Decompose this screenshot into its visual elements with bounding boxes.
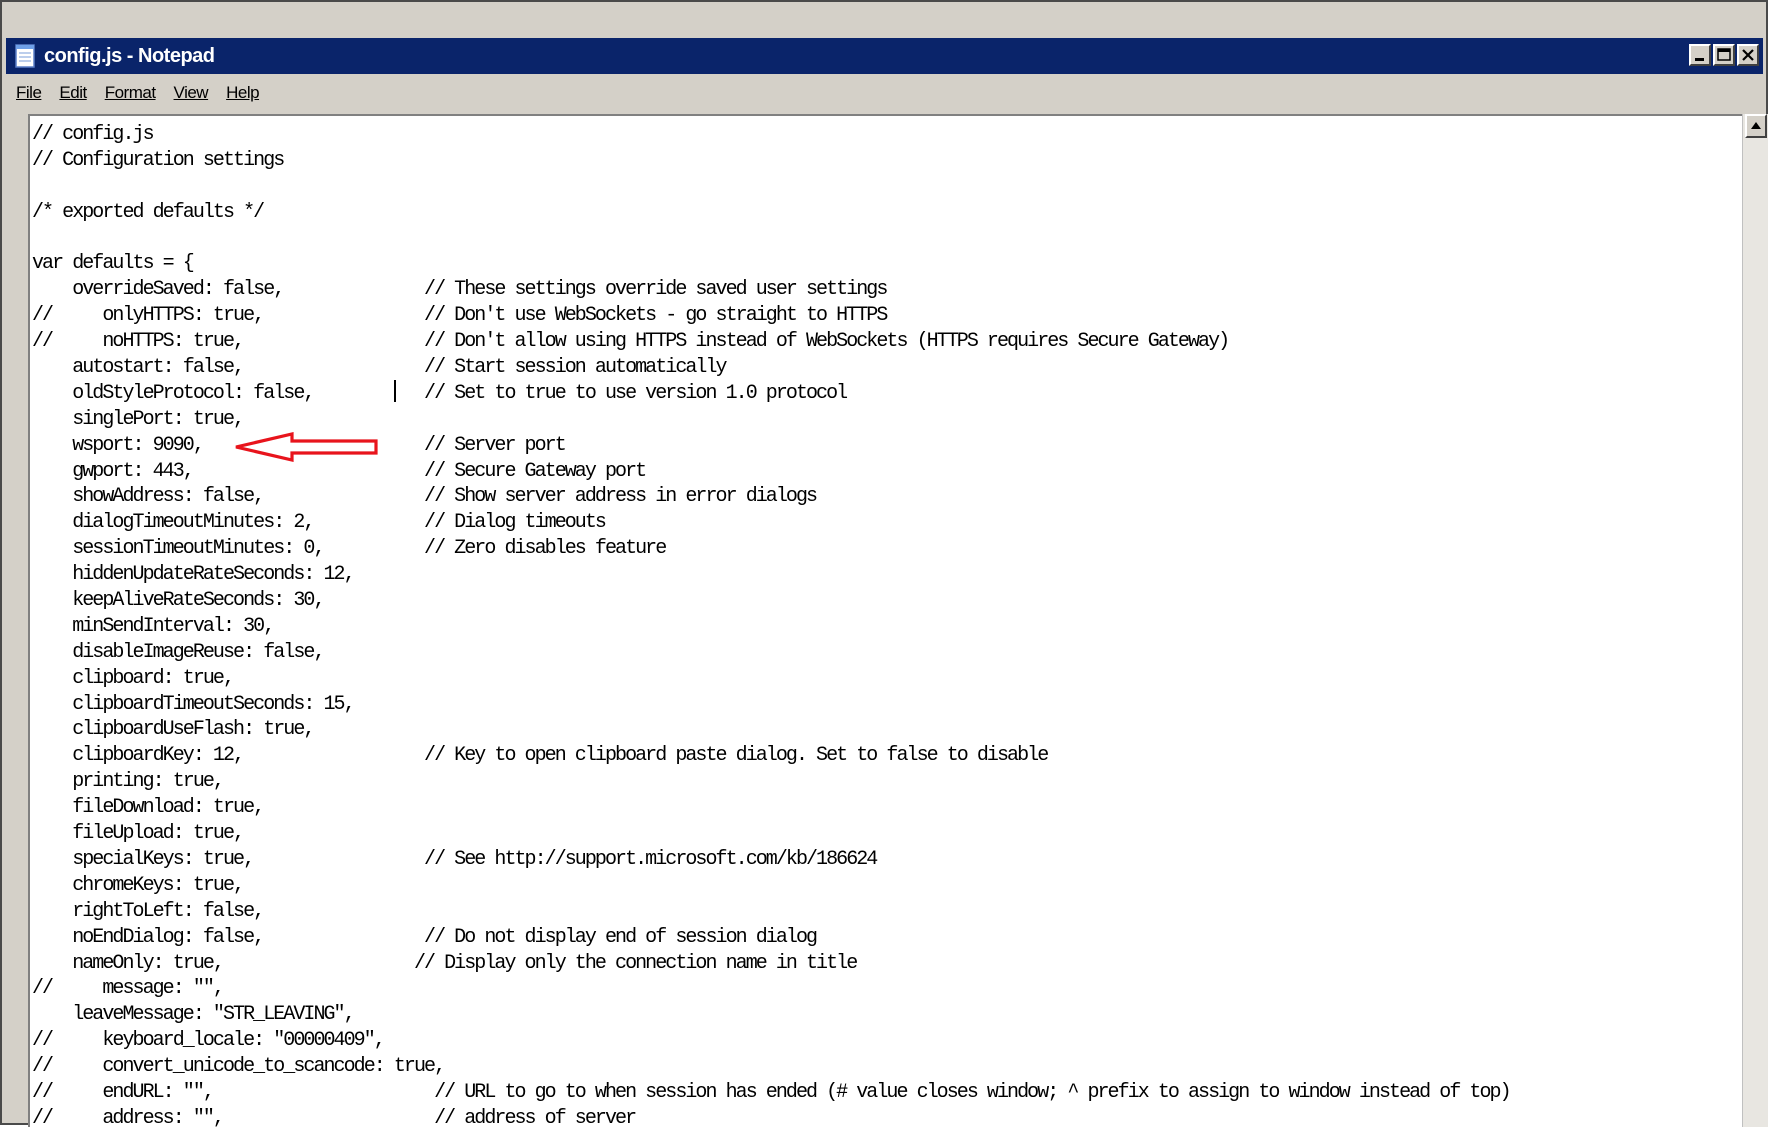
arrow-up-icon xyxy=(1751,122,1761,129)
code-line: // noHTTPS: true, // Don't allow using H… xyxy=(32,330,1230,354)
code-line: rightToLeft: false, xyxy=(32,899,265,923)
close-icon xyxy=(1742,49,1754,61)
code-line: printing: true, xyxy=(32,770,225,794)
code-line: // address: "", // address of server xyxy=(32,1106,637,1127)
code-line: // convert_unicode_to_scancode: true, xyxy=(32,1055,446,1079)
code-line: minSendInterval: 30, xyxy=(32,614,275,638)
code-line: clipboardUseFlash: true, xyxy=(32,718,315,742)
code-line: fileDownload: true, xyxy=(32,796,265,820)
code-line: noEndDialog: false, // Do not display en… xyxy=(32,925,818,949)
vertical-scrollbar[interactable] xyxy=(1742,114,1768,1127)
code-line: singlePort: true, xyxy=(32,407,245,431)
code-line: clipboardKey: 12, // Key to open clipboa… xyxy=(32,744,1049,768)
text-editor-area[interactable]: // config.js// Configuration settings /* … xyxy=(28,114,1742,1127)
code-line: showAddress: false, // Show server addre… xyxy=(32,485,818,509)
code-line: var defaults = { xyxy=(32,252,195,276)
code-line: gwport: 443, // Secure Gateway port xyxy=(32,459,647,483)
code-line: clipboard: true, xyxy=(32,666,235,690)
menu-file[interactable]: File xyxy=(16,83,42,103)
scroll-up-button[interactable] xyxy=(1745,114,1767,138)
title-bar[interactable]: config.js - Notepad xyxy=(6,38,1763,74)
maximize-icon xyxy=(1717,48,1731,61)
code-line: // config.js xyxy=(32,123,155,146)
code-line: keepAliveRateSeconds: 30, xyxy=(32,589,325,613)
minimize-icon xyxy=(1695,58,1704,61)
code-line: leaveMessage: "STR_LEAVING", xyxy=(32,1003,355,1027)
window-controls xyxy=(1689,44,1759,66)
code-line: // message: "", xyxy=(32,977,225,1001)
code-line: fileUpload: true, xyxy=(32,822,245,846)
code-line: // onlyHTTPS: true, // Don't use WebSock… xyxy=(32,304,888,328)
menu-help[interactable]: Help xyxy=(226,83,259,103)
code-line: // keyboard_locale: "00000409", xyxy=(32,1029,386,1053)
menu-bar: File Edit Format View Help xyxy=(6,76,1763,110)
code-line: hiddenUpdateRateSeconds: 12, xyxy=(32,563,355,587)
code-line: oldStyleProtocol: false, // Set to true … xyxy=(32,381,848,405)
window-title: config.js - Notepad xyxy=(44,45,215,67)
notepad-icon xyxy=(15,44,35,68)
maximize-button[interactable] xyxy=(1713,44,1735,66)
code-line: disableImageReuse: false, xyxy=(32,640,325,664)
code-line: chromeKeys: true, xyxy=(32,873,245,897)
menu-view[interactable]: View xyxy=(174,83,209,103)
code-line: dialogTimeoutMinutes: 2, // Dialog timeo… xyxy=(32,511,607,535)
code-line: sessionTimeoutMinutes: 0, // Zero disabl… xyxy=(32,537,667,561)
menu-edit[interactable]: Edit xyxy=(59,83,87,103)
code-line: nameOnly: true, // Display only the conn… xyxy=(32,951,858,975)
code-content: // config.js// Configuration settings /* … xyxy=(30,116,1742,1127)
menu-format[interactable]: Format xyxy=(105,83,156,103)
minimize-button[interactable] xyxy=(1689,44,1711,66)
code-line: clipboardTimeoutSeconds: 15, xyxy=(32,692,355,716)
notepad-window: config.js - Notepad File Edit Format Vie… xyxy=(0,0,1768,1127)
code-line: autostart: false, // Start session autom… xyxy=(32,356,727,380)
text-cursor xyxy=(394,380,396,402)
code-line: // Configuration settings xyxy=(32,148,285,172)
code-line: specialKeys: true, // See http://support… xyxy=(32,847,878,871)
red-arrow-annotation-icon xyxy=(235,432,378,462)
code-line: /* exported defaults */ xyxy=(32,200,265,224)
code-line: // endURL: "", // URL to go to when sess… xyxy=(32,1080,1512,1104)
code-line: overrideSaved: false, // These settings … xyxy=(32,278,888,302)
close-button[interactable] xyxy=(1737,44,1759,66)
